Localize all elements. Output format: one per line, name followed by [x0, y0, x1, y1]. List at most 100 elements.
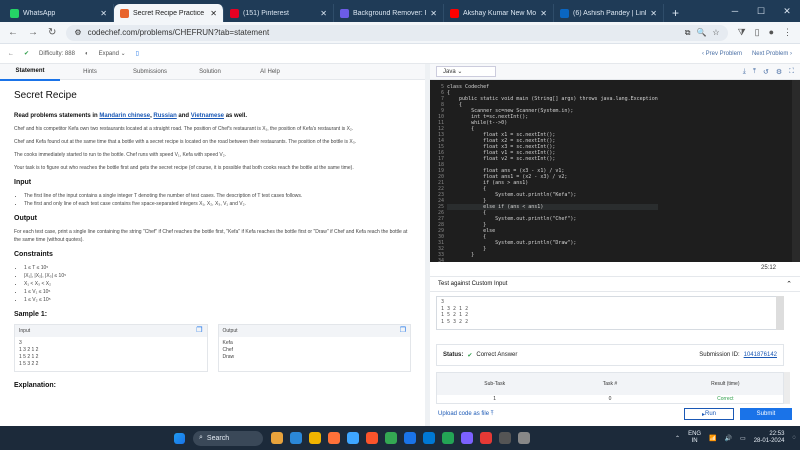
taskbar-app-icon[interactable] — [423, 432, 435, 444]
tab-statement[interactable]: Statement — [0, 63, 60, 81]
tab-hints[interactable]: Hints — [60, 64, 120, 80]
url-bar[interactable]: ⚙ codechef.com/problems/CHEFRUN?tab=stat… — [66, 24, 728, 41]
start-icon[interactable] — [174, 432, 185, 444]
submission-id-link[interactable]: 1041876142 — [744, 352, 777, 358]
site-info-icon[interactable]: ⚙ — [74, 28, 81, 37]
browser-tab[interactable]: (6) Ashish Pandey | LinkedIn ✕ — [554, 4, 664, 22]
battery-icon[interactable]: ▭ — [740, 435, 746, 442]
mandarin-link[interactable]: Mandarin chinese — [99, 113, 150, 119]
browser-tab[interactable]: Secret Recipe Practice Coding ✕ — [114, 4, 224, 22]
settings-icon[interactable]: ⚙ — [776, 68, 782, 76]
chevron-up-icon[interactable]: ⌃ — [675, 435, 680, 442]
browser-tab[interactable]: Akshay Kumar New Movie✕ — [444, 4, 554, 22]
clock[interactable]: 22:53 28-01-2024 — [754, 431, 785, 445]
code-line[interactable]: public static void main (String[] args) … — [447, 96, 658, 102]
browser-tab[interactable]: Background Remover: Remo ✕ — [334, 4, 444, 22]
fullscreen-icon[interactable]: ⛶ — [789, 68, 794, 76]
difficulty-label: Difficulty: 888 — [39, 50, 75, 57]
bookmark-icon[interactable]: ▯ — [136, 50, 139, 57]
vietnamese-link[interactable]: Vietnamese — [191, 113, 224, 119]
upload-file-link[interactable]: Upload code as file ⤒ — [438, 411, 493, 418]
taskbar-app-icon[interactable] — [518, 432, 530, 444]
favicon-icon — [120, 8, 129, 18]
custom-input-field[interactable]: 3 1 3 2 1 2 1 5 2 1 2 1 5 3 2 2 — [436, 296, 784, 330]
notifications-icon[interactable]: ◌ — [792, 435, 796, 441]
back-arrow-icon[interactable]: ← — [8, 51, 14, 57]
browser-tab[interactable]: WhatsApp ✕ — [4, 4, 114, 22]
language-select[interactable]: Java ⌄ — [436, 66, 496, 77]
taskbar-app-icon[interactable] — [404, 432, 416, 444]
tab-ai-help[interactable]: AI Help — [240, 64, 300, 80]
prev-problem-link[interactable]: ‹ Prev Problem — [702, 51, 742, 57]
maximize-icon[interactable]: ☐ — [748, 6, 774, 17]
taskbar-app-icon[interactable] — [499, 432, 511, 444]
list-item: The first line of the input contains a s… — [24, 192, 411, 200]
new-tab-button[interactable]: + — [664, 4, 687, 22]
taskbar-app-icon[interactable] — [347, 432, 359, 444]
run-button[interactable]: ▸ Run — [684, 408, 734, 420]
expand-button[interactable]: Expand ⌄ — [99, 50, 126, 57]
bookmark-star-icon[interactable]: ☆ — [712, 28, 719, 37]
taskbar-app-icon[interactable] — [480, 432, 492, 444]
copy-icon[interactable]: ❐ — [400, 327, 406, 335]
close-tab-icon[interactable]: ✕ — [540, 9, 547, 18]
sidebar-icon[interactable]: ▯ — [755, 27, 760, 38]
check-circle-icon: ✔ — [467, 352, 473, 359]
close-tab-icon[interactable]: ✕ — [430, 9, 437, 18]
taskbar-app-icon[interactable] — [290, 432, 302, 444]
download-icon[interactable]: ⤓ — [743, 68, 746, 76]
taskbar-app-icon[interactable] — [461, 432, 473, 444]
tab-submissions[interactable]: Submissions — [120, 64, 180, 80]
reload-icon[interactable]: ↻ — [48, 27, 56, 38]
tab-label: (6) Ashish Pandey | LinkedIn — [573, 9, 646, 17]
taskbar-search[interactable]: ⌕ Search — [193, 430, 263, 446]
upload-icon[interactable]: ⤒ — [753, 68, 756, 76]
input-language[interactable]: ENG IN — [688, 431, 701, 445]
taskbar-app-icon[interactable] — [328, 432, 340, 444]
results-scrollbar[interactable] — [784, 372, 790, 404]
install-icon[interactable]: ⧉ — [685, 28, 691, 38]
volume-icon[interactable]: 🔊 — [725, 435, 732, 442]
next-problem-link[interactable]: Next Problem › — [752, 51, 792, 57]
editor-scrollbar[interactable] — [792, 80, 800, 262]
custom-input-scrollbar[interactable] — [776, 296, 784, 330]
tab-label: (151) Pinterest — [243, 9, 289, 17]
close-tab-icon[interactable]: ✕ — [100, 9, 107, 18]
statement-paragraph: Chef and his competitor Kefa own two res… — [14, 126, 354, 132]
submission-label: Submission ID: — [699, 352, 740, 358]
wifi-icon[interactable]: 📶 — [709, 435, 716, 442]
problem-title: Secret Recipe — [14, 90, 77, 101]
zoom-icon[interactable]: 🔍 — [696, 28, 706, 37]
code-editor[interactable]: 5 6 7 8 9 10 11 12 13 14 15 16 17 18 19 20 21 22 23 24 25 26 2… — [430, 80, 792, 262]
forward-icon[interactable]: → — [28, 27, 38, 38]
menu-icon[interactable]: ⋮ — [783, 27, 792, 38]
taskbar-app-icon[interactable] — [366, 432, 378, 444]
custom-input-header[interactable]: Test against Custom Input ⌃ — [430, 276, 800, 292]
extensions-icon[interactable]: ⧩ — [738, 27, 746, 38]
submit-button[interactable]: Submit — [740, 408, 792, 420]
taskbar-app-icon[interactable] — [442, 432, 454, 444]
close-tab-icon[interactable]: ✕ — [650, 9, 657, 18]
close-tab-icon[interactable]: ✕ — [320, 9, 327, 18]
taskbar-app-icon[interactable] — [309, 432, 321, 444]
close-tab-icon[interactable]: ✕ — [210, 9, 217, 18]
reset-icon[interactable]: ↺ — [763, 68, 769, 76]
browser-tab[interactable]: (151) Pinterest ✕ — [224, 4, 334, 22]
tab-solution[interactable]: Solution — [180, 64, 240, 80]
statement-paragraph: The cooks immediately started to run to … — [14, 152, 227, 158]
code-text[interactable]: class Codechef{ public static void main … — [447, 84, 658, 262]
theme-toggle-icon[interactable]: ◐ — [85, 51, 89, 57]
taskbar-app-icon[interactable] — [385, 432, 397, 444]
sample-input-text: 3 1 3 2 1 2 1 5 2 1 2 1 5 3 2 2 — [19, 340, 39, 367]
list-item: 1 ≤ V₂ ≤ 10⁵ — [24, 296, 411, 304]
russian-link[interactable]: Russian — [153, 113, 176, 119]
minimize-icon[interactable]: ─ — [722, 6, 748, 16]
tab-label: Secret Recipe Practice Coding — [133, 9, 206, 17]
taskbar-app-icon[interactable] — [271, 432, 283, 444]
chevron-up-icon[interactable]: ⌃ — [786, 280, 792, 288]
problem-tabs: Statement Hints Submissions Solution AI … — [0, 63, 425, 81]
copy-icon[interactable]: ❐ — [196, 327, 202, 335]
back-icon[interactable]: ← — [8, 27, 18, 38]
profile-avatar[interactable]: ● — [769, 27, 774, 38]
close-window-icon[interactable]: ✕ — [774, 6, 800, 17]
